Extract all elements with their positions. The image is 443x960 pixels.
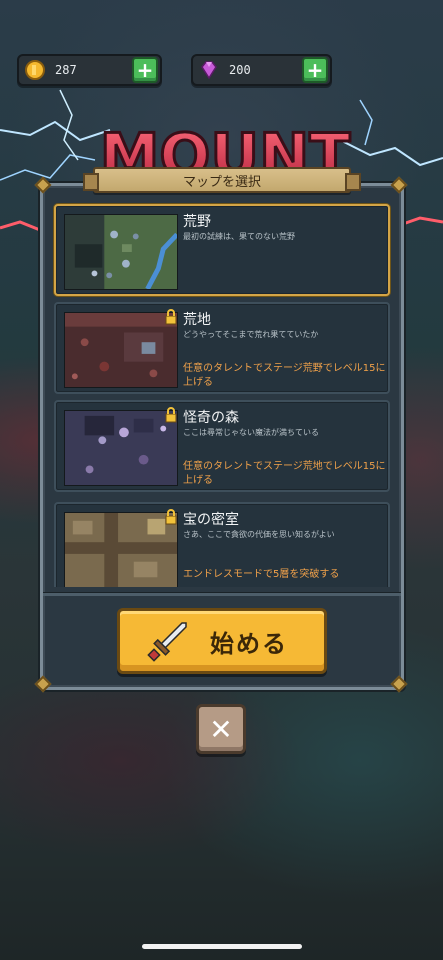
map-thumbnail-wilderness xyxy=(64,214,178,290)
map-name: 怪奇の森 xyxy=(183,410,239,426)
unlock-requirement: 任意のタレントでステージ荒地でレベル15に上げる xyxy=(183,461,386,486)
plus-icon: + xyxy=(136,58,154,82)
map-name: 宝の密室 xyxy=(183,512,239,528)
lock-icon xyxy=(165,407,177,423)
close-button[interactable]: ✕ xyxy=(196,704,246,754)
map-thumbnail-treasure-vault xyxy=(64,512,178,587)
home-indicator[interactable] xyxy=(142,944,302,949)
coin-icon xyxy=(25,60,45,80)
sword-icon xyxy=(147,622,187,662)
map-description: どうやってそこまで荒れ果てていたか xyxy=(183,330,319,339)
panel-divider xyxy=(43,592,401,596)
close-icon: ✕ xyxy=(209,712,233,746)
start-button-label: 始める xyxy=(210,629,288,658)
map-name: 荒地 xyxy=(183,312,211,328)
map-description: ここは尋常じゃない魔法が満ちている xyxy=(183,428,319,437)
lock-icon xyxy=(165,509,177,525)
map-list[interactable]: 荒野 最初の試練は、果てのない荒野 荒地 どうやってそこまで荒れ果てていたか 任… xyxy=(50,200,394,587)
map-name: 荒野 xyxy=(183,214,211,230)
map-card-weird-forest[interactable]: 怪奇の森 ここは尋常じゃない魔法が満ちている 任意のタレントでステージ荒地でレベ… xyxy=(54,400,390,492)
map-card-wilderness[interactable]: 荒野 最初の試練は、果てのない荒野 xyxy=(54,204,390,296)
map-description: さあ、ここで貪欲の代価を思い知るがよい xyxy=(183,530,335,539)
coin-amount: 287 xyxy=(55,63,77,77)
map-card-treasure-vault[interactable]: 宝の密室 さあ、ここで貪欲の代価を思い知るがよい エンドレスモードで5層を突破す… xyxy=(54,502,390,587)
add-gems-button[interactable]: + xyxy=(302,57,328,83)
lock-icon xyxy=(165,309,177,325)
gem-counter: 200 + xyxy=(191,54,332,86)
start-button[interactable]: 始める xyxy=(117,608,327,674)
map-card-wasteland[interactable]: 荒地 どうやってそこまで荒れ果てていたか 任意のタレントでステージ荒野でレベル1… xyxy=(54,302,390,394)
add-coins-button[interactable]: + xyxy=(132,57,158,83)
unlock-requirement: 任意のタレントでステージ荒野でレベル15に上げる xyxy=(183,363,386,388)
map-thumbnail-weird-forest xyxy=(64,410,178,486)
plus-icon: + xyxy=(306,58,324,82)
map-description: 最初の試練は、果てのない荒野 xyxy=(183,232,295,241)
map-thumbnail-wasteland xyxy=(64,312,178,388)
gem-amount: 200 xyxy=(229,63,251,77)
coin-counter: 287 + xyxy=(17,54,162,86)
panel-title: マップを選択 xyxy=(83,167,361,193)
unlock-requirement: エンドレスモードで5層を突破する xyxy=(183,569,340,580)
gem-icon xyxy=(201,61,217,80)
